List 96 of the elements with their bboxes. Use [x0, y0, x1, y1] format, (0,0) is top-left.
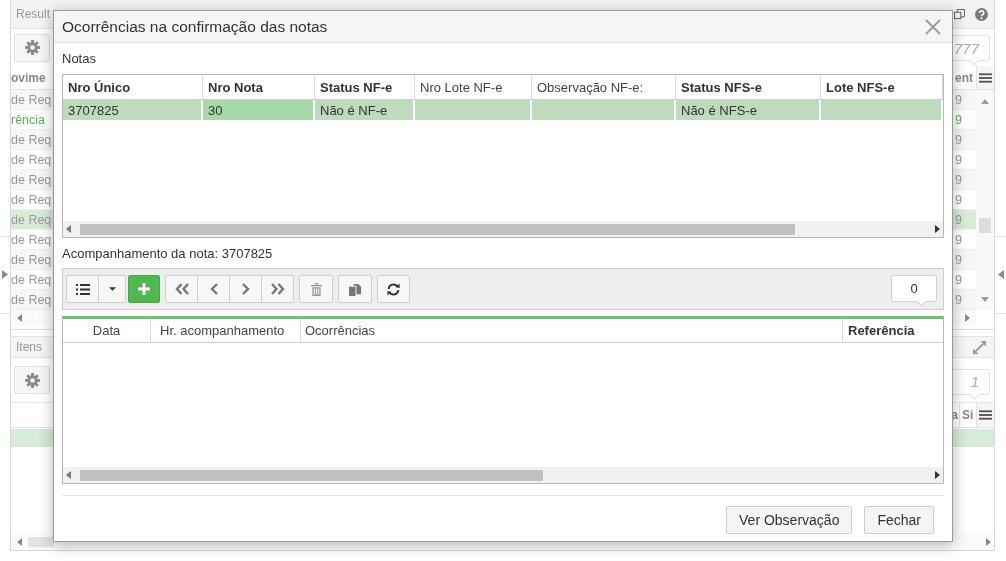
previous-button[interactable] — [197, 275, 230, 303]
copy-icon — [348, 282, 362, 296]
table-cell: Não é NFS-e — [676, 100, 821, 120]
table-cell-text: 9 — [954, 192, 963, 207]
close-dialog-button[interactable]: Fechar — [864, 506, 934, 534]
next-button[interactable] — [229, 275, 262, 303]
column-header[interactable]: Nro Único — [63, 75, 203, 99]
right-arrow-icon[interactable] — [935, 471, 940, 479]
table-cell-text: de Req — [11, 212, 53, 227]
right-arrow-icon[interactable] — [935, 225, 940, 233]
table-cell-text: 9 — [954, 292, 963, 307]
table-row[interactable]: 3707825 30 Não é NF-e Não é NFS-e — [63, 100, 943, 121]
table-cell-text: de Req — [11, 172, 53, 187]
gear-icon — [24, 40, 40, 55]
column-header[interactable]: ent — [954, 66, 976, 89]
column-header[interactable]: ovime — [11, 66, 53, 89]
table-cell-text: de Req — [11, 232, 53, 247]
table-cell-text: 9 — [954, 152, 963, 167]
delete-button[interactable] — [299, 275, 333, 303]
table-cell-text: 9 — [954, 132, 963, 147]
scrollbar-thumb[interactable] — [80, 469, 543, 481]
dialog-title: Ocorrências na confirmação das notas — [62, 17, 328, 36]
right-chevron-icon — [241, 283, 250, 295]
table-cell-text: de Req — [11, 272, 53, 287]
add-button[interactable] — [128, 275, 160, 303]
left-arrow-icon[interactable] — [17, 314, 22, 322]
table-cell-text: de Req — [11, 152, 53, 167]
refresh-icon — [386, 281, 401, 297]
table-cell: Não é NF-e — [315, 100, 415, 120]
help-icon[interactable] — [975, 7, 988, 21]
settings-button[interactable] — [14, 366, 50, 394]
first-record-button[interactable] — [165, 275, 198, 303]
column-header[interactable]: Observação NF-e: — [532, 75, 676, 99]
left-chevron-icon — [209, 283, 218, 295]
column-menu-button[interactable] — [976, 403, 994, 427]
table-cell-text: de Req — [11, 132, 53, 147]
table-cell-text: 9 — [954, 272, 963, 287]
table-cell-text: de Req — [11, 92, 53, 107]
table-cell-text: 9 — [954, 212, 963, 227]
menu-icon — [979, 410, 992, 420]
table-cell-text: de Req — [11, 192, 53, 207]
table-cell-text: 9 — [954, 172, 963, 187]
down-arrow-icon[interactable] — [981, 297, 989, 302]
settings-button[interactable] — [14, 33, 50, 62]
panel-title: Itens — [16, 340, 42, 354]
table-cell: 30 — [203, 100, 315, 120]
table-cell-text: 9 — [954, 232, 963, 247]
double-left-chevron-icon — [174, 283, 189, 295]
list-icon — [75, 283, 90, 295]
section-label: Notas — [62, 51, 96, 67]
table-cell-text: 9 — [954, 252, 963, 267]
last-record-button[interactable] — [261, 275, 294, 303]
record-counter: 0 — [891, 275, 937, 307]
table-cell-text: 9 — [954, 92, 963, 107]
duplicate-button[interactable] — [338, 275, 372, 303]
left-arrow-icon[interactable] — [66, 225, 71, 233]
up-arrow-icon[interactable] — [981, 99, 989, 104]
left-arrow-icon[interactable] — [17, 538, 22, 546]
column-header[interactable]: Ocorrências — [301, 319, 843, 342]
panel-title: Result — [16, 7, 50, 21]
column-header[interactable]: Data — [63, 319, 151, 342]
table-cell-text: rência — [11, 112, 47, 127]
overlapping-squares-icon[interactable] — [954, 8, 965, 20]
column-header[interactable]: Status NFS-e — [676, 75, 821, 99]
trash-icon — [310, 282, 322, 296]
plus-icon — [138, 283, 150, 295]
scrollbar-thumb[interactable] — [979, 218, 991, 233]
horizontal-scrollbar[interactable] — [63, 221, 943, 237]
left-arrow-icon[interactable] — [66, 471, 71, 479]
list-view-button[interactable] — [66, 275, 99, 303]
right-triangle-icon[interactable] — [2, 270, 8, 279]
section-label: Acompanhamento da nota: 3707825 — [62, 246, 273, 262]
scrollbar-thumb[interactable] — [28, 537, 54, 547]
column-header[interactable]: Nro Nota — [203, 75, 315, 99]
column-header[interactable]: Lote NFS-e — [821, 75, 943, 99]
expand-icon[interactable] — [973, 340, 986, 354]
refresh-button[interactable] — [377, 275, 410, 303]
horizontal-scrollbar[interactable] — [63, 467, 943, 483]
close-icon — [925, 18, 941, 35]
column-header[interactable]: Referência — [843, 319, 943, 342]
column-header[interactable]: Nro Lote NF-e — [415, 75, 532, 99]
table-cell-text: 9 — [954, 112, 963, 127]
observation-button[interactable]: Ver Observação — [726, 506, 853, 534]
table-cell-text: de Req — [11, 292, 53, 307]
column-header[interactable]: Status NF-e — [315, 75, 415, 99]
table-cell: 3707825 — [63, 100, 203, 120]
column-header[interactable]: Hr. acompanhamento — [151, 319, 301, 342]
menu-icon — [979, 72, 992, 83]
gear-icon — [24, 372, 40, 388]
table-cell-text: de Req — [11, 252, 53, 267]
double-right-chevron-icon — [270, 283, 285, 295]
scrollbar-thumb[interactable] — [80, 223, 795, 235]
left-triangle-icon[interactable] — [997, 270, 1004, 279]
column-menu-button[interactable] — [976, 66, 994, 89]
vertical-scrollbar[interactable] — [976, 90, 994, 310]
close-button[interactable] — [925, 18, 941, 35]
